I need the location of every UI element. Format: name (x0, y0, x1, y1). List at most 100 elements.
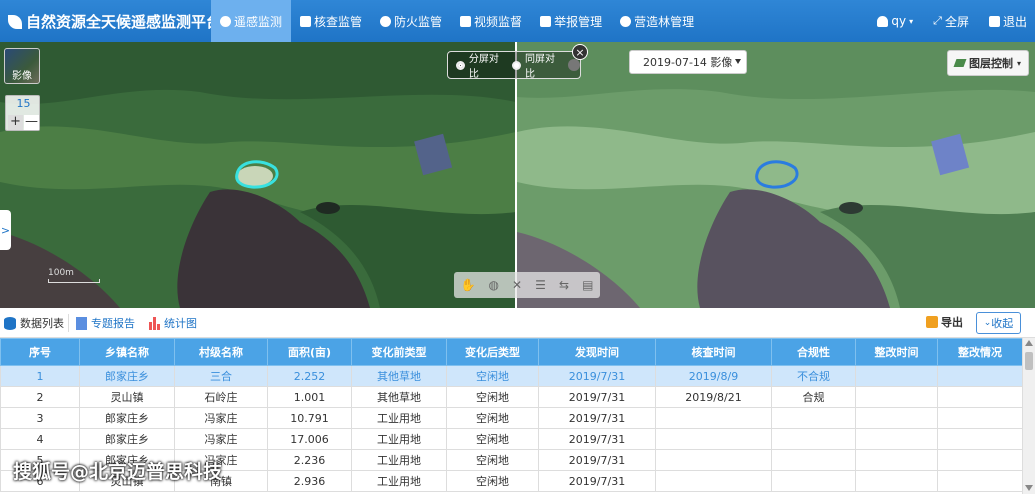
table-cell: 冯家庄 (174, 407, 268, 429)
table-cell: 17.006 (267, 428, 352, 450)
basemap-label: 影像 (12, 71, 32, 82)
tree-icon (620, 15, 632, 27)
measure-icon[interactable]: ⇆ (559, 278, 569, 292)
table-header-row: 序号 乡镇名称 村级名称 面积(亩) 变化前类型 变化后类型 发现时间 核查时间… (0, 338, 1022, 366)
table-cell (855, 407, 938, 429)
tab-data-list[interactable]: 数据列表 (4, 315, 64, 331)
table-cell: 合规 (771, 386, 856, 408)
table-cell: 2.236 (267, 449, 352, 471)
tab-statistics[interactable]: 统计图 (149, 315, 197, 331)
logout-button[interactable]: 退出 (988, 13, 1027, 30)
table-cell: 2.936 (267, 470, 352, 492)
list-icon[interactable]: ☰ (535, 278, 546, 292)
collapse-label: 收起 (991, 317, 1014, 330)
table-cell (771, 428, 856, 450)
table-cell: 2019/7/31 (538, 386, 656, 408)
split-divider[interactable] (515, 42, 517, 308)
close-icon[interactable]: × (572, 44, 588, 60)
scroll-thumb[interactable] (1025, 352, 1033, 370)
column-header[interactable]: 发现时间 (538, 338, 656, 366)
table-cell: 其他草地 (351, 365, 447, 387)
table-cell: 空闲地 (446, 449, 539, 471)
column-header[interactable]: 序号 (0, 338, 80, 366)
table-row[interactable]: 1 郎家庄乡 三合 2.252 其他草地 空闲地 2019/7/31 2019/8/9 不合规 (0, 365, 1022, 387)
table-cell: 2019/7/31 (538, 449, 656, 471)
print-icon[interactable]: ▤ (582, 278, 593, 292)
zoom-out-button[interactable]: — (24, 115, 39, 130)
table-cell: 空闲地 (446, 386, 539, 408)
basemap-switcher[interactable]: 影像 (4, 48, 40, 84)
table-cell: 空闲地 (446, 407, 539, 429)
collapse-button[interactable]: ⌄ 收起 (976, 312, 1021, 334)
table-row[interactable]: 4 郎家庄乡 冯家庄 17.006 工业用地 空闲地 2019/7/31 (0, 428, 1022, 450)
table-row[interactable]: 3 郎家庄乡 冯家庄 10.791 工业用地 空闲地 2019/7/31 (0, 407, 1022, 429)
nav-label: 视频监督 (474, 14, 523, 29)
table-cell (937, 428, 1022, 450)
table-cell: 不合规 (771, 365, 856, 387)
main-nav: 遥感监测 核查监管 防火监管 视频监督 举报管理 营造林管理 (211, 0, 703, 42)
nav-remote-monitoring[interactable]: 遥感监测 (211, 0, 292, 42)
map-tools-bar: ✋ ◍ ✕ ☰ ⇆ ▤ (454, 272, 600, 298)
table-cell: 1.001 (267, 386, 352, 408)
chevron-down-icon: ▾ (909, 16, 914, 26)
map-view[interactable]: 影像 15 + — > 100m 分屏对比 同屏对比 × 2019-07-14 … (0, 42, 1035, 308)
table-cell: 空闲地 (446, 365, 539, 387)
nav-verification[interactable]: 核查监管 (291, 0, 371, 42)
table-cell (655, 470, 772, 492)
pan-hand-icon[interactable]: ✋ (461, 278, 476, 292)
table-cell (771, 449, 856, 471)
column-header[interactable]: 整改情况 (937, 338, 1022, 366)
column-header[interactable]: 合规性 (771, 338, 856, 366)
tab-label: 统计图 (164, 317, 197, 330)
sidebar-toggle[interactable]: > (0, 210, 11, 250)
split-radio[interactable] (456, 60, 465, 70)
user-area: qy ▾ ⤢ 全屏 退出 (877, 0, 1027, 42)
tab-report[interactable]: 专题报告 (76, 315, 135, 331)
table-cell: 三合 (174, 365, 268, 387)
fullscreen-button[interactable]: ⤢ 全屏 (933, 13, 969, 30)
table-cell: 工业用地 (351, 449, 447, 471)
user-name: qy (891, 14, 907, 28)
table-cell (655, 407, 772, 429)
nav-label: 遥感监测 (234, 14, 283, 29)
table-row[interactable]: 2 灵山镇 石岭庄 1.001 其他草地 空闲地 2019/7/31 2019/8/21 合规 (0, 386, 1022, 408)
table-scrollbar[interactable] (1022, 338, 1035, 494)
table-cell (771, 470, 856, 492)
logout-icon (988, 15, 1000, 27)
table-cell: 2019/7/31 (538, 470, 656, 492)
expand-icon: ⤢ (933, 14, 942, 27)
table-cell: 2019/7/31 (538, 365, 656, 387)
app-title: 自然资源全天候遥感监测平台 (8, 11, 221, 32)
same-radio[interactable] (512, 60, 522, 70)
scroll-down-icon[interactable] (1025, 485, 1033, 491)
divider (68, 314, 69, 332)
column-header[interactable]: 变化后类型 (446, 338, 539, 366)
compare-toggle[interactable] (568, 59, 581, 71)
split-compare-label: 分屏对比 (468, 54, 499, 80)
nav-video[interactable]: 视频监督 (451, 0, 531, 42)
column-header[interactable]: 整改时间 (855, 338, 938, 366)
column-header[interactable]: 村级名称 (174, 338, 268, 366)
app-title-text: 自然资源全天候遥感监测平台 (26, 13, 222, 31)
export-button[interactable]: 导出 (926, 314, 963, 330)
column-header[interactable]: 面积(亩) (267, 338, 352, 366)
zoom-in-button[interactable]: + (8, 115, 23, 130)
caret-down-icon (735, 59, 741, 64)
nav-afforestation[interactable]: 营造林管理 (611, 0, 703, 42)
leaf-icon (8, 14, 22, 29)
export-label: 导出 (941, 316, 963, 329)
globe-icon[interactable]: ◍ (489, 278, 499, 292)
clear-icon[interactable]: ✕ (512, 278, 522, 292)
scroll-up-icon[interactable] (1025, 340, 1033, 346)
nav-fire-prevention[interactable]: 防火监管 (371, 0, 451, 42)
table-cell: 4 (0, 428, 80, 450)
nav-report[interactable]: 举报管理 (531, 0, 611, 42)
table-cell: 2019/7/31 (538, 428, 656, 450)
column-header[interactable]: 变化前类型 (351, 338, 447, 366)
imagery-date-select[interactable]: 2019-07-14 影像 (629, 50, 747, 74)
layer-control-button[interactable]: 图层控制 ▾ (947, 50, 1029, 76)
user-menu[interactable]: qy ▾ (877, 14, 913, 28)
column-header[interactable]: 核查时间 (655, 338, 772, 366)
globe-icon (220, 15, 231, 27)
column-header[interactable]: 乡镇名称 (79, 338, 175, 366)
